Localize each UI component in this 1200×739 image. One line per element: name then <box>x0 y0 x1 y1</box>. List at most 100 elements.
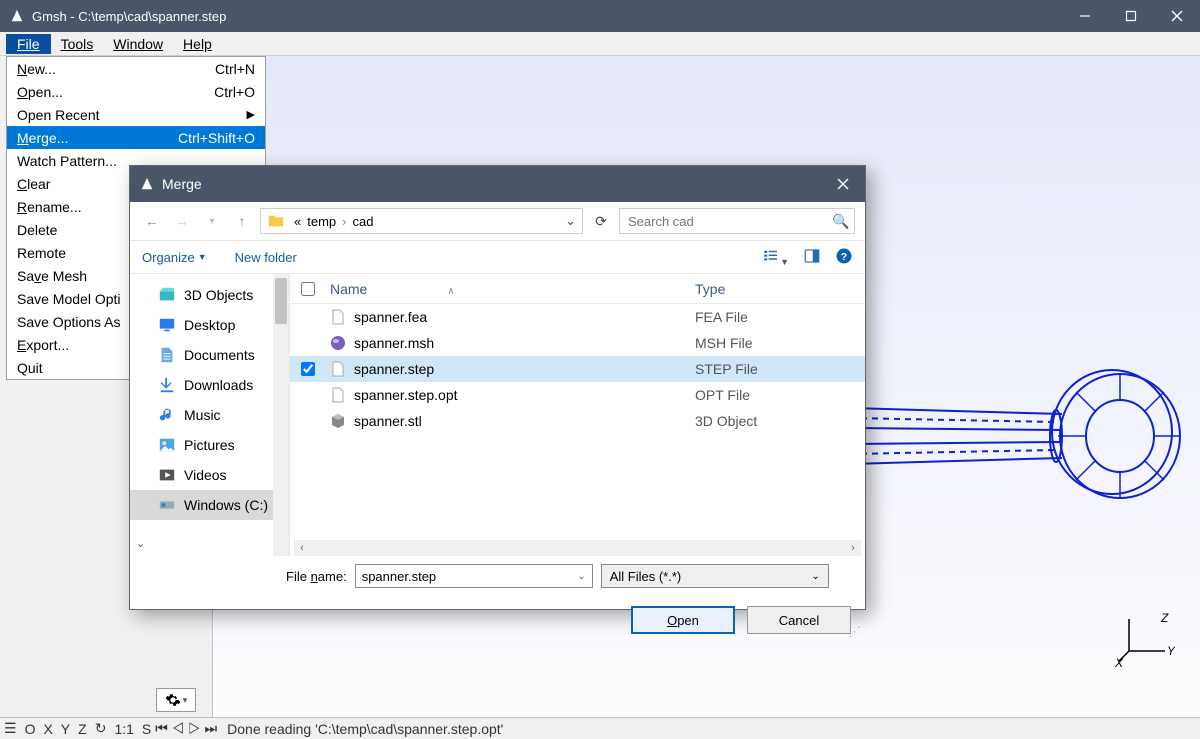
dialog-toolbar: Organize▼ New folder ▼ ? <box>130 240 865 274</box>
sort-indicator-icon: ∧ <box>447 286 454 297</box>
file-name: spanner.stl <box>354 413 422 429</box>
file-list-hscrollbar[interactable]: ‹› <box>294 540 861 556</box>
minimize-button[interactable] <box>1062 0 1108 32</box>
file-row[interactable]: spanner.stl 3D Object <box>290 408 865 434</box>
options-gear-button[interactable]: ▾ <box>156 688 196 712</box>
tree-music[interactable]: Music <box>130 400 289 430</box>
model-wireframe <box>850 336 1190 536</box>
tree-documents[interactable]: Documents <box>130 340 289 370</box>
folder-icon <box>267 212 285 230</box>
status-rotate-icon[interactable]: ↻ <box>91 720 111 737</box>
status-message: Done reading 'C:\temp\cad\spanner.step.o… <box>217 721 503 737</box>
gmsh-app-icon <box>10 9 24 23</box>
file-menu-merge[interactable]: Merge...Ctrl+Shift+O <box>7 126 265 149</box>
help-icon[interactable]: ? <box>835 247 853 268</box>
file-checkbox[interactable] <box>301 362 315 376</box>
menu-help[interactable]: Help <box>173 35 222 53</box>
axis-gizmo: Z Y X <box>1115 611 1175 667</box>
tree-c-drive[interactable]: Windows (C:) <box>130 490 289 520</box>
svg-text:Y: Y <box>1167 644 1175 658</box>
file-type: 3D Object <box>695 413 865 429</box>
file-name: spanner.fea <box>354 309 427 325</box>
chevron-down-icon[interactable]: ⌄ <box>559 213 582 229</box>
refresh-icon[interactable]: ⟳ <box>589 209 613 233</box>
status-s[interactable]: S <box>138 721 155 737</box>
status-last-icon[interactable]: ⏭ <box>205 720 218 736</box>
dialog-bottom: File name: spanner.step⌄ All Files (*.*)… <box>130 556 865 644</box>
search-input[interactable] <box>620 214 828 229</box>
status-y[interactable]: Y <box>57 721 74 737</box>
dialog-close-button[interactable] <box>821 166 865 202</box>
file-type-filter[interactable]: All Files (*.*)⌄ <box>601 564 829 588</box>
cancel-button[interactable]: Cancel <box>747 606 851 634</box>
file-type: FEA File <box>695 309 865 325</box>
tree-3d-objects[interactable]: 3D Objects <box>130 280 289 310</box>
file-type: MSH File <box>695 335 865 351</box>
filename-label: File name: <box>286 569 347 584</box>
merge-dialog: Merge ← → ▾ ↑ « temp › cad ⌄ ⟳ 🔍 Organiz… <box>129 165 866 610</box>
file-name: spanner.step <box>354 361 434 377</box>
file-list-header[interactable]: Name∧ Type <box>290 274 865 304</box>
main-menubar: File Tools Window Help <box>0 32 1200 56</box>
status-o[interactable]: O <box>21 721 40 737</box>
dialog-body: 3D Objects Desktop Documents Downloads M… <box>130 274 865 556</box>
file-row[interactable]: spanner.step STEP File <box>290 356 865 382</box>
svg-text:X: X <box>1115 656 1124 667</box>
file-menu-new[interactable]: New...Ctrl+N <box>7 57 265 80</box>
menu-window[interactable]: Window <box>103 35 173 53</box>
status-z[interactable]: Z <box>74 721 91 737</box>
status-bar: ☰ O X Y Z ↻ 1:1 S ⏮ ◁ ▷ ⏭ Done reading '… <box>0 717 1200 739</box>
gmsh-app-icon <box>140 177 154 191</box>
file-row[interactable]: spanner.mshMSH File <box>290 330 865 356</box>
file-name: spanner.step.opt <box>354 387 458 403</box>
status-x[interactable]: X <box>39 721 56 737</box>
file-row[interactable]: spanner.step.opt OPT File <box>290 382 865 408</box>
select-all-checkbox[interactable] <box>301 282 315 296</box>
status-prev-icon[interactable]: ◁ <box>172 720 185 736</box>
file-type: OPT File <box>695 387 865 403</box>
tree-desktop[interactable]: Desktop <box>130 310 289 340</box>
status-scale[interactable]: 1:1 <box>110 721 137 737</box>
breadcrumb[interactable]: « temp › cad ⌄ <box>260 208 583 234</box>
status-play-icon[interactable]: ▷ <box>188 720 201 736</box>
file-menu-open[interactable]: Open...Ctrl+O <box>7 80 265 103</box>
tree-scrollbar[interactable] <box>273 274 289 556</box>
nav-recent-icon[interactable]: ▾ <box>200 209 224 233</box>
dialog-title: Merge <box>162 176 821 192</box>
file-type: STEP File <box>695 361 865 377</box>
svg-text:?: ? <box>841 250 847 262</box>
status-menu-icon[interactable]: ☰ <box>0 720 21 737</box>
search-box[interactable]: 🔍 <box>619 208 855 234</box>
close-button[interactable] <box>1154 0 1200 32</box>
svg-text:Z: Z <box>1160 611 1169 625</box>
chevron-down-icon[interactable]: ⌄ <box>811 571 819 582</box>
dialog-nav-row: ← → ▾ ↑ « temp › cad ⌄ ⟳ 🔍 <box>130 202 865 240</box>
preview-pane-button[interactable] <box>803 247 821 268</box>
menu-tools[interactable]: Tools <box>51 35 104 53</box>
file-menu-open-recent[interactable]: Open Recent <box>7 103 265 126</box>
search-icon[interactable]: 🔍 <box>828 213 854 230</box>
main-titlebar: Gmsh - C:\temp\cad\spanner.step <box>0 0 1200 32</box>
nav-up-icon[interactable]: ↑ <box>230 209 254 233</box>
new-folder-button[interactable]: New folder <box>235 250 297 265</box>
file-list: Name∧ Type spanner.fea FEA File spanner.ms… <box>290 274 865 556</box>
file-row[interactable]: spanner.fea FEA File <box>290 304 865 330</box>
chevron-down-icon[interactable]: ⌄ <box>577 571 585 582</box>
nav-back-icon[interactable]: ← <box>140 209 164 233</box>
tree-downloads[interactable]: Downloads <box>130 370 289 400</box>
folder-tree[interactable]: 3D Objects Desktop Documents Downloads M… <box>130 274 290 556</box>
tree-pictures[interactable]: Pictures <box>130 430 289 460</box>
dialog-titlebar: Merge <box>130 166 865 202</box>
tree-expand-icon[interactable]: ⌄ <box>136 537 145 550</box>
maximize-button[interactable] <box>1108 0 1154 32</box>
nav-forward-icon[interactable]: → <box>170 209 194 233</box>
open-button[interactable]: Open <box>631 606 735 634</box>
status-first-icon[interactable]: ⏮ <box>155 720 168 736</box>
filename-input[interactable]: spanner.step⌄ <box>355 564 593 588</box>
organize-menu[interactable]: Organize▼ <box>142 250 207 265</box>
tree-videos[interactable]: Videos <box>130 460 289 490</box>
window-title: Gmsh - C:\temp\cad\spanner.step <box>32 9 1062 24</box>
view-mode-button[interactable]: ▼ <box>762 247 789 268</box>
resize-grip-icon[interactable]: ⋰ <box>848 624 861 640</box>
menu-file[interactable]: File <box>6 34 51 54</box>
